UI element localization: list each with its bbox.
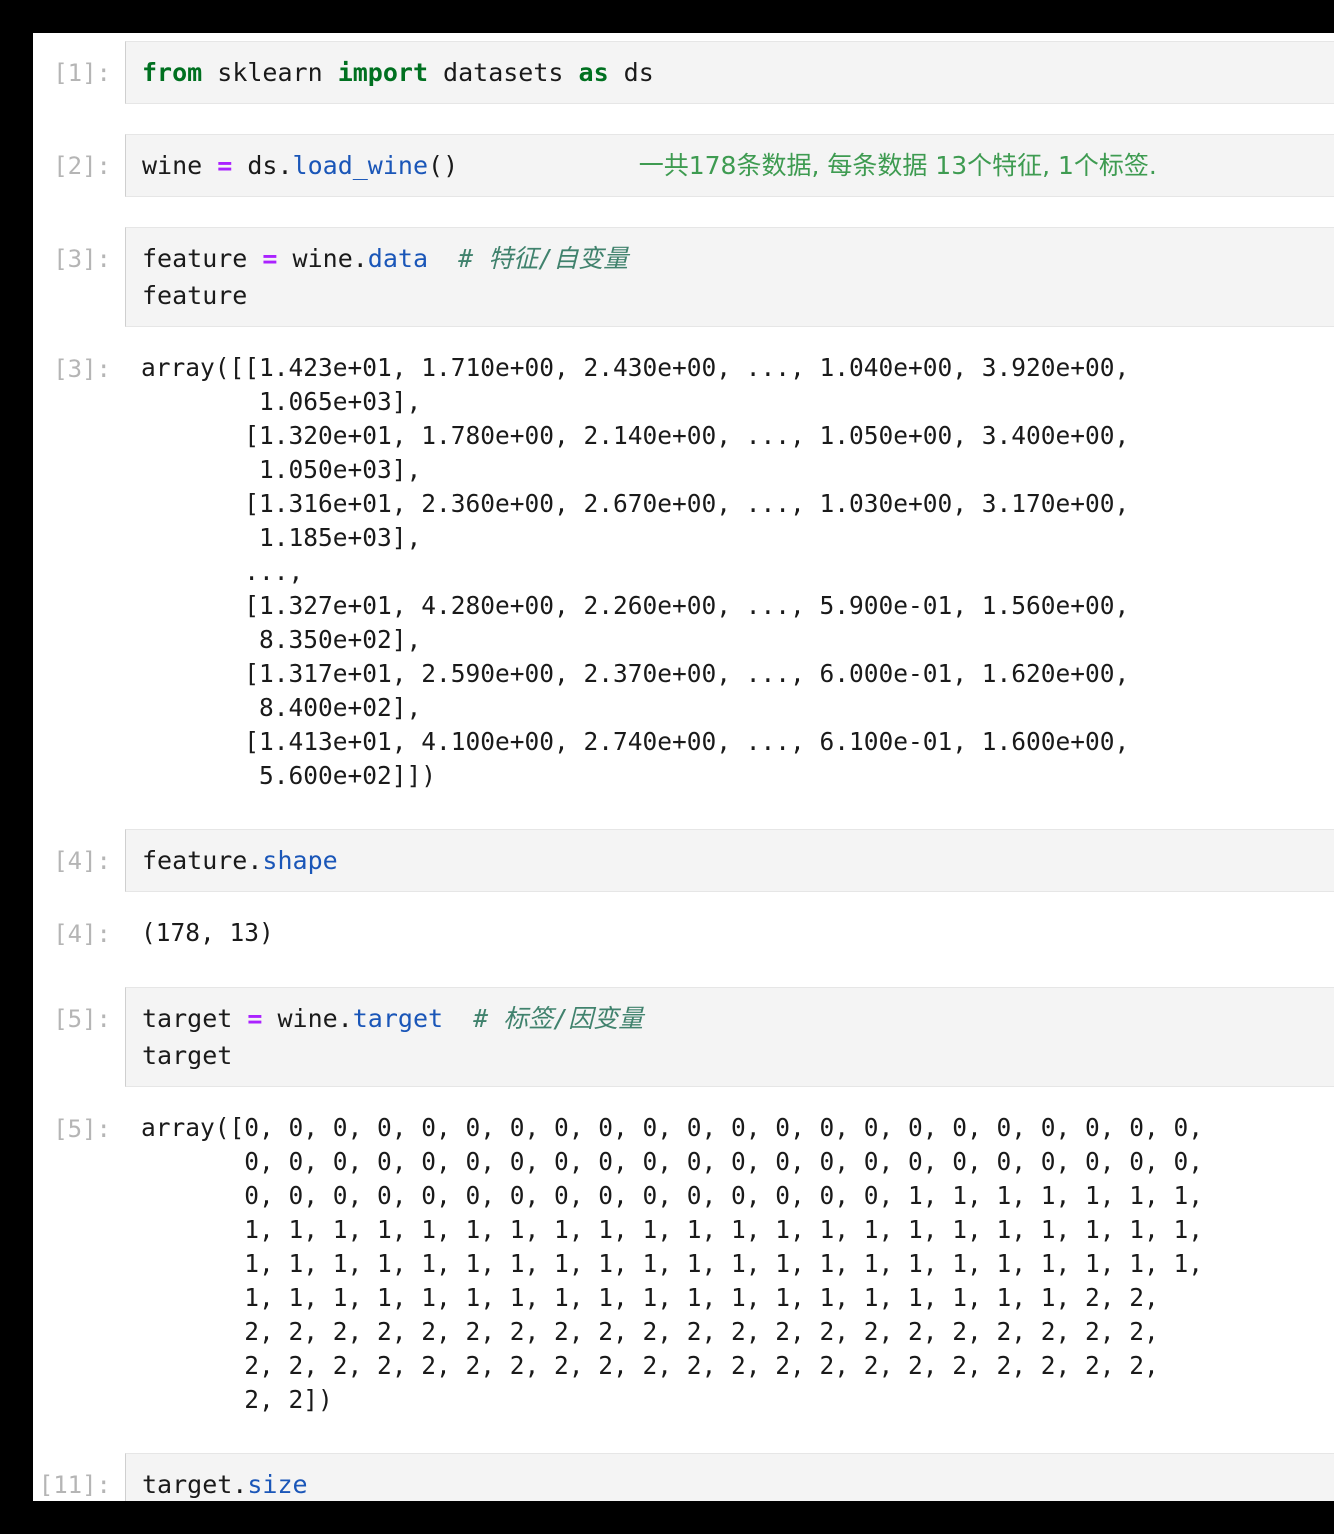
output-text: array([[1.423e+01, 1.710e+00, 2.430e+00,… — [141, 351, 1334, 793]
output-prompt-label: [5]: — [33, 1109, 125, 1148]
code-token: ds — [609, 58, 654, 87]
code-editor-area[interactable]: target = wine.target # 标签/因变量target — [125, 987, 1334, 1087]
output-text: (178, 13) — [141, 916, 1334, 950]
input-prompt-label: [4]: — [33, 829, 125, 880]
attribute-token: load_wine — [293, 151, 428, 180]
code-editor-area[interactable]: feature.shape — [125, 829, 1334, 892]
code-line: target.size — [142, 1466, 1334, 1501]
code-comment: # 标签/因变量 — [473, 1004, 643, 1033]
annotation-note: 一共178条数据, 每条数据 13个特征, 1个标签. — [639, 147, 1157, 184]
code-editor-area[interactable]: target.size — [125, 1453, 1334, 1501]
code-cell[interactable]: [1]: from sklearn import datasets as ds — [33, 41, 1334, 104]
code-line: feature = wine.data # 特征/自变量 — [142, 240, 1334, 277]
code-token — [443, 1004, 473, 1033]
code-line: feature — [142, 277, 1334, 314]
output-area: (178, 13) — [125, 914, 1334, 952]
output-cell: [3]: array([[1.423e+01, 1.710e+00, 2.430e… — [33, 349, 1334, 795]
code-editor-area[interactable]: wine = ds.load_wine() 一共178条数据, 每条数据 13个… — [125, 134, 1334, 197]
keyword-token: import — [338, 58, 428, 87]
output-text: array([0, 0, 0, 0, 0, 0, 0, 0, 0, 0, 0, … — [141, 1111, 1334, 1417]
code-token: ds. — [232, 151, 292, 180]
code-token: target — [142, 1004, 247, 1033]
code-token: wine. — [262, 1004, 352, 1033]
input-prompt-label: [1]: — [33, 41, 125, 92]
input-prompt-label: [11]: — [33, 1453, 125, 1501]
cell-spacer — [33, 900, 1334, 914]
code-token: feature — [142, 281, 247, 310]
cell-spacer — [33, 1095, 1334, 1109]
code-token: () — [428, 151, 458, 180]
cell-spacer — [33, 205, 1334, 219]
operator-token: = — [247, 1004, 262, 1033]
code-token: feature. — [142, 846, 262, 875]
annotation-spacer — [458, 151, 639, 180]
cell-spacer — [33, 953, 1334, 979]
code-line: wine = ds.load_wine() 一共178条数据, 每条数据 13个… — [142, 147, 1334, 184]
code-line: from sklearn import datasets as ds — [142, 54, 1334, 91]
code-cell[interactable]: [11]: target.size — [33, 1453, 1334, 1501]
input-prompt-label: [5]: — [33, 987, 125, 1038]
attribute-token: shape — [262, 846, 337, 875]
code-cell[interactable]: [3]:feature = wine.data # 特征/自变量feature — [33, 227, 1334, 327]
cell-spacer — [33, 112, 1334, 126]
attribute-token: target — [353, 1004, 443, 1033]
cell-spacer — [33, 1419, 1334, 1445]
code-line: target = wine.target # 标签/因变量 — [142, 1000, 1334, 1037]
attribute-token: size — [247, 1470, 307, 1499]
cell-spacer — [33, 335, 1334, 349]
operator-token: = — [262, 244, 277, 273]
code-token: target — [142, 1041, 232, 1070]
code-token: wine. — [277, 244, 367, 273]
code-token: sklearn — [202, 58, 337, 87]
code-cell[interactable]: [5]:target = wine.target # 标签/因变量target — [33, 987, 1334, 1087]
attribute-token: data — [368, 244, 428, 273]
code-token: wine — [142, 151, 217, 180]
code-cell[interactable]: [4]: feature.shape — [33, 829, 1334, 892]
output-cell: [5]: array([0, 0, 0, 0, 0, 0, 0, 0, 0, 0,… — [33, 1109, 1334, 1419]
code-editor-area[interactable]: from sklearn import datasets as ds — [125, 41, 1334, 104]
output-prompt-label: [3]: — [33, 349, 125, 388]
input-prompt-label: [2]: — [33, 134, 125, 185]
output-prompt-label: [4]: — [33, 914, 125, 953]
output-cell: [4]: (178, 13) — [33, 914, 1334, 953]
code-comment: # 特征/自变量 — [458, 244, 628, 273]
cell-spacer — [33, 795, 1334, 821]
input-prompt-label: [3]: — [33, 227, 125, 278]
code-line: target — [142, 1037, 1334, 1074]
keyword-token: from — [142, 58, 202, 87]
output-area: array([[1.423e+01, 1.710e+00, 2.430e+00,… — [125, 349, 1334, 795]
code-token — [428, 244, 458, 273]
code-line: feature.shape — [142, 842, 1334, 879]
operator-token: = — [217, 151, 232, 180]
output-area: array([0, 0, 0, 0, 0, 0, 0, 0, 0, 0, 0, … — [125, 1109, 1334, 1419]
code-editor-area[interactable]: feature = wine.data # 特征/自变量feature — [125, 227, 1334, 327]
code-cell[interactable]: [2]: wine = ds.load_wine() 一共178条数据, 每条数据… — [33, 134, 1334, 197]
keyword-token: as — [579, 58, 609, 87]
code-token: feature — [142, 244, 262, 273]
code-token: datasets — [428, 58, 579, 87]
jupyter-notebook: [1]: from sklearn import datasets as ds [2… — [33, 33, 1334, 1501]
code-token: target. — [142, 1470, 247, 1499]
